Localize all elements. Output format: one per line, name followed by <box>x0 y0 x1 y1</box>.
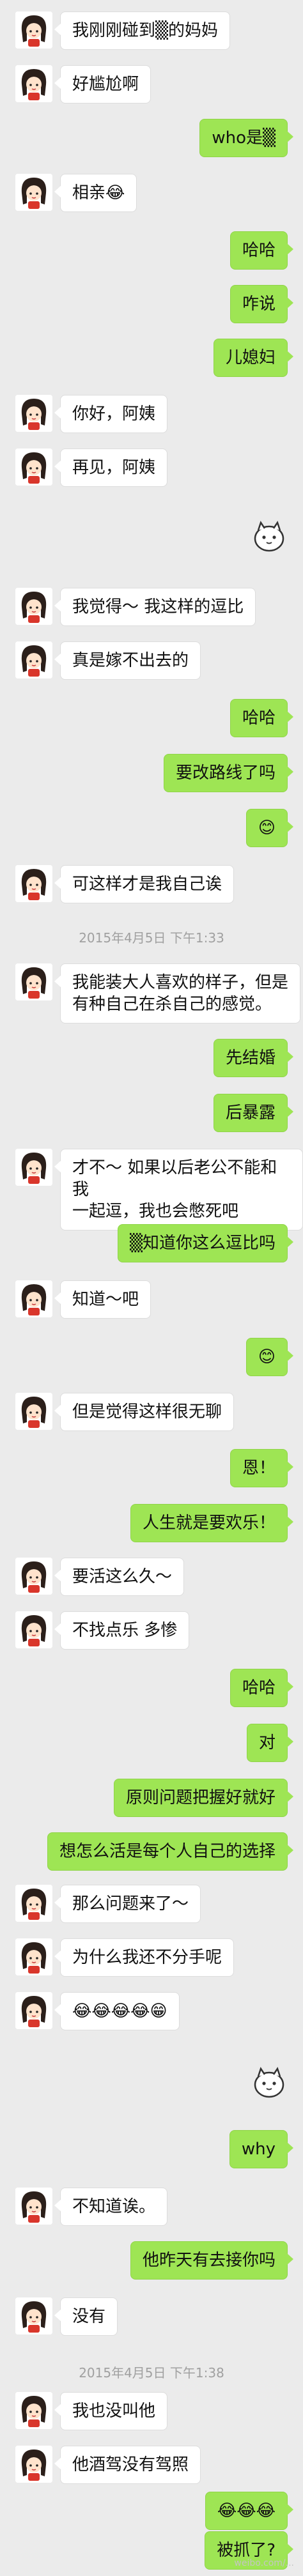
cat-sticker-icon[interactable] <box>251 2065 288 2102</box>
message-bubble[interactable]: 再见，阿姨 <box>54 448 168 487</box>
girl-avatar-icon[interactable] <box>15 1885 52 1922</box>
message-bubble[interactable]: 要改路线了吗 <box>163 754 294 792</box>
message-bubble[interactable]: why <box>229 2130 294 2168</box>
message-bubble[interactable]: 人生就是要欢乐！ <box>130 1504 294 1542</box>
message-bubble[interactable]: 哈哈 <box>229 1669 294 1707</box>
message-bubble[interactable]: 对 <box>246 1724 294 1762</box>
chat-area[interactable]: 我刚刚碰到▒的妈妈 好尴尬啊 who是▒ 相亲😂 哈哈 咋说 儿媳妇 你好，阿姨… <box>0 0 303 2576</box>
girl-avatar-icon[interactable] <box>15 1149 52 1186</box>
girl-avatar-icon[interactable] <box>15 1558 52 1595</box>
girl-avatar-icon[interactable] <box>15 963 52 1000</box>
timestamp: 2015年4月5日 下午1:33 <box>79 930 224 946</box>
message-bubble[interactable]: 原则问题把握好就好 <box>113 1779 294 1817</box>
girl-avatar-icon[interactable] <box>15 1393 52 1430</box>
message-bubble[interactable]: 哈哈 <box>229 699 294 737</box>
message-bubble[interactable]: 知道～吧 <box>54 1280 152 1319</box>
girl-avatar-icon[interactable] <box>15 12 52 49</box>
message-bubble[interactable]: 😊 <box>245 1338 294 1376</box>
message-bubble[interactable]: 好尴尬啊 <box>54 65 152 103</box>
message-bubble[interactable]: 要活这么久～ <box>54 1558 185 1596</box>
girl-avatar-icon[interactable] <box>15 2297 52 2334</box>
message-bubble[interactable]: 😂😂😂😂😁 <box>54 1992 180 2030</box>
message-bubble[interactable]: who是▒ <box>199 119 293 157</box>
message-bubble[interactable]: 可这样才是我自己诶 <box>54 865 235 903</box>
message-bubble[interactable]: 但是觉得这样很无聊 <box>54 1393 235 1431</box>
watermark: weibo.com/... <box>234 2558 294 2568</box>
message-bubble[interactable]: 😂😂😂 <box>205 2492 294 2530</box>
timestamp: 2015年4月5日 下午1:38 <box>79 2365 224 2380</box>
girl-avatar-icon[interactable] <box>15 1611 52 1648</box>
message-bubble[interactable]: 为什么我还不分手呢 <box>54 1938 235 1977</box>
message-bubble[interactable]: 相亲😂 <box>54 174 137 212</box>
message-bubble[interactable]: 不知道诶。 <box>54 2188 168 2226</box>
girl-avatar-icon[interactable] <box>15 641 52 678</box>
cat-sticker-icon[interactable] <box>251 519 288 556</box>
message-bubble[interactable]: 没有 <box>54 2297 118 2336</box>
message-bubble[interactable]: 他酒驾没有驾照 <box>54 2446 201 2484</box>
girl-avatar-icon[interactable] <box>15 2446 52 2483</box>
message-bubble[interactable]: 哈哈 <box>229 231 294 270</box>
girl-avatar-icon[interactable] <box>15 1938 52 1975</box>
message-bubble[interactable]: 😊 <box>245 809 294 847</box>
girl-avatar-icon[interactable] <box>15 1280 52 1317</box>
message-bubble[interactable]: 我也没叫他 <box>54 2392 168 2430</box>
message-bubble[interactable]: 儿媳妇 <box>213 339 294 377</box>
message-bubble[interactable]: 我刚刚碰到▒的妈妈 <box>54 12 230 50</box>
message-bubble[interactable]: 想怎么活是每个人自己的选择 <box>47 1832 294 1871</box>
girl-avatar-icon[interactable] <box>15 2392 52 2429</box>
message-bubble[interactable]: 咋说 <box>229 285 294 323</box>
girl-avatar-icon[interactable] <box>15 174 52 211</box>
message-bubble[interactable]: 不找点乐 多惨 <box>54 1611 190 1650</box>
message-bubble[interactable]: 那么问题来了～ <box>54 1885 201 1923</box>
message-bubble[interactable]: 我觉得～ 我这样的逗比 <box>54 588 256 626</box>
message-bubble[interactable]: 真是嫁不出去的 <box>54 641 201 680</box>
message-bubble[interactable]: 你好，阿姨 <box>54 395 168 433</box>
message-bubble[interactable]: 他昨天有去接你吗 <box>130 2241 294 2280</box>
message-bubble[interactable]: ▒知道你这么逗比吗 <box>118 1224 293 1262</box>
message-bubble[interactable]: 我能装大人喜欢的样子，但是 有种自己在杀自己的感觉。 <box>54 963 301 1023</box>
girl-avatar-icon[interactable] <box>15 2188 52 2225</box>
message-bubble[interactable]: 才不～ 如果以后老公不能和我 一起逗，我也会憋死吧 <box>54 1149 303 1230</box>
girl-avatar-icon[interactable] <box>15 865 52 902</box>
message-bubble[interactable]: 恩！ <box>229 1449 294 1487</box>
girl-avatar-icon[interactable] <box>15 1992 52 2029</box>
girl-avatar-icon[interactable] <box>15 448 52 486</box>
girl-avatar-icon[interactable] <box>15 65 52 102</box>
message-bubble[interactable]: 后暴露 <box>213 1094 294 1132</box>
girl-avatar-icon[interactable] <box>15 395 52 432</box>
message-bubble[interactable]: 先结婚 <box>213 1039 294 1077</box>
girl-avatar-icon[interactable] <box>15 588 52 625</box>
